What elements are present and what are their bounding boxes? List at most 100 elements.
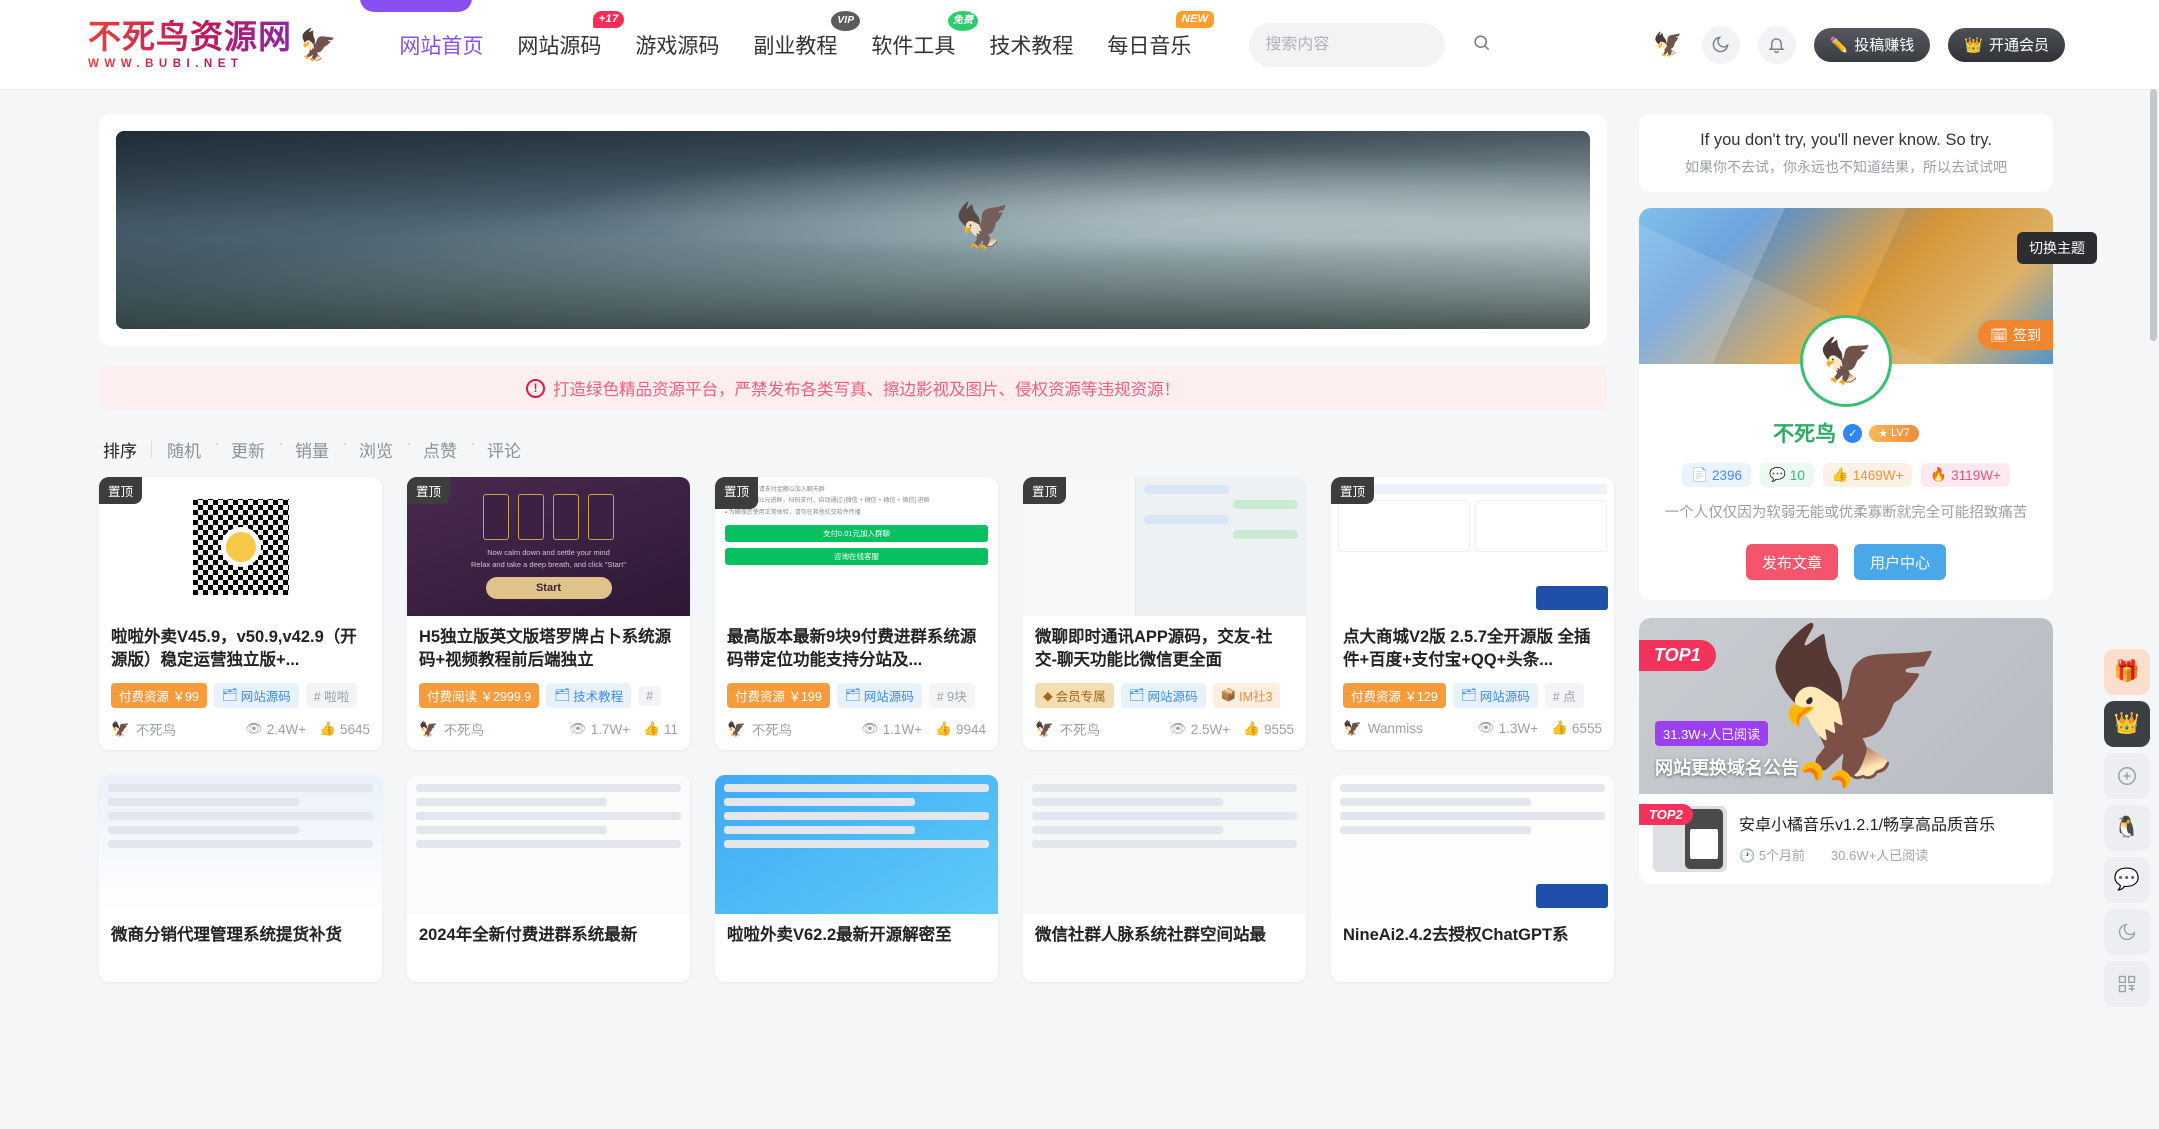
search-icon[interactable] (1472, 33, 1491, 57)
card-thumbnail (99, 775, 382, 914)
moon-icon[interactable] (2104, 909, 2150, 955)
exclamation-circle-icon: ! (526, 378, 545, 398)
search-box[interactable] (1249, 22, 1490, 67)
nav-label: 副业教程 (753, 34, 838, 58)
nav-label: 每日音乐 (1107, 34, 1192, 58)
open-vip-button[interactable]: 👑 开通会员 (1948, 27, 2065, 62)
sort-option-views[interactable]: 浏览 (344, 437, 408, 462)
nav-label: 游戏源码 (635, 34, 720, 58)
pin-badge: 置顶 (407, 477, 451, 504)
avatar[interactable]: 🦅 (1803, 318, 1889, 404)
nav-label: 技术教程 (989, 34, 1074, 58)
comment-icon: 💬 (1769, 467, 1786, 482)
profile-bio: 一个人仅仅因为软弱无能或优柔寡断就完全可能招致痛苦 (1664, 505, 2028, 521)
stat-comments-value: 10 (1789, 467, 1805, 483)
tag-keyword[interactable]: 📦 IM社3 (1212, 683, 1281, 708)
resource-card[interactable]: 微商分销代理管理系统提货补货 (99, 775, 382, 982)
signin-button[interactable]: 🗓 签到 (1978, 320, 2053, 350)
nav-label: 网站首页 (399, 34, 484, 58)
card-thumbnail (407, 775, 690, 914)
ranking-card: TOP1 🦅 31.3W+人已阅读 网站更换域名公告 TOP2 安卓小橘音乐v1… (1639, 618, 2053, 885)
tag-price[interactable]: 付费资源 ￥129 (1343, 683, 1446, 708)
wechat-icon[interactable]: 💬 (2104, 857, 2150, 903)
card-author[interactable]: 🦅 不死鸟 (111, 719, 176, 739)
pay-join-button: 支付0.01元加入群聊 (725, 525, 988, 543)
nav-item-website-source[interactable]: 网站源码 +17 (515, 10, 625, 66)
nav-item-software-tools[interactable]: 软件工具 免费 (869, 10, 979, 66)
card-author[interactable]: 🦅 不死鸟 (1035, 719, 1100, 739)
tag-category[interactable]: 🗂 网站源码 (836, 683, 922, 708)
nav-item-daily-music[interactable]: 每日音乐 NEW (1105, 10, 1215, 66)
sort-option-comments[interactable]: 评论 (472, 437, 536, 462)
site-logo[interactable]: 不死鸟资源网 WWW.BUBI.NET 🦅 (88, 20, 338, 70)
tag-category[interactable]: 🗂 网站源码 (1120, 683, 1206, 708)
resource-card[interactable]: 啦啦外卖V62.2最新开源解密至 (715, 775, 998, 982)
rank-badge-top2: TOP2 (1639, 804, 1693, 826)
moon-icon[interactable] (1701, 25, 1740, 64)
sort-option-update[interactable]: 更新 (216, 437, 280, 462)
views-value: 2.5W+ (1190, 721, 1231, 737)
likes-value: 9944 (955, 721, 986, 737)
tag-price[interactable]: 付费资源 ￥99 (111, 683, 207, 708)
sort-option-likes[interactable]: 点赞 (408, 437, 472, 462)
hero-banner[interactable]: 🦅 (99, 114, 1607, 346)
resource-card[interactable]: 置顶 ▪ 付费进群，请支付金额以加入聊天群 ▪ 仅需支付0.01元进群，扫码支付… (715, 477, 998, 750)
nav-item-home[interactable]: 网站首页 (397, 24, 485, 66)
logo-subtitle: WWW.BUBI.NET (88, 58, 292, 70)
tag-keyword[interactable]: # (638, 685, 662, 706)
username[interactable]: 不死鸟 (1773, 418, 1836, 448)
card-author[interactable]: 🦅 Wanmiss (1343, 719, 1423, 737)
tag-category-label: 网站源码 (240, 690, 291, 704)
nav-badge-free: 免费 (947, 10, 979, 31)
resource-card[interactable]: 置顶 Now calm down and settle your mind Rel… (407, 477, 690, 750)
card-thumbnail (715, 775, 998, 914)
gift-icon[interactable]: 🎁 (2104, 649, 2150, 695)
main-column: 🦅 ! 打造绿色精品资源平台，严禁发布各类写真、擦边影视及图片、侵权资源等违规资… (99, 114, 1614, 982)
bird-icon: 🦅 (419, 721, 438, 738)
card-author[interactable]: 🦅 不死鸟 (419, 719, 484, 739)
tag-category[interactable]: 🗂 网站源码 (1452, 683, 1538, 708)
resource-card[interactable]: 置顶 点大商城V2版 2.5.7全开源版 全插件+百度+支付宝+QQ+头条...… (1331, 477, 1614, 750)
tag-category[interactable]: 🗂 技术教程 (546, 683, 632, 708)
ranking-list-item[interactable]: TOP2 安卓小橘音乐v1.2.1/畅享高品质音乐 🕐 5个月前 30.6W+人… (1639, 794, 2053, 884)
qq-penguin-icon[interactable]: 🐧 (2104, 805, 2150, 851)
nav-item-side-business[interactable]: 副业教程 VIP (751, 10, 861, 66)
views-value: 1.3W+ (1498, 720, 1539, 736)
resource-card[interactable]: 置顶 微聊即时通讯APP源码，交友-社交-聊天功能比微信更全面 ◆ 会员专属 🗂… (1023, 477, 1306, 750)
publish-article-button[interactable]: 发布文章 (1746, 544, 1838, 581)
tag-price[interactable]: 付费资源 ￥199 (727, 683, 830, 708)
resource-card[interactable]: 2024年全新付费进群系统最新 (407, 775, 690, 982)
author-name: 不死鸟 (1059, 723, 1101, 738)
views-count: 👁 2.4W+ (246, 721, 307, 737)
nav-label: 网站源码 (517, 34, 602, 58)
rank-badge-top1: TOP1 (1639, 640, 1716, 672)
sort-option-random[interactable]: 随机 (152, 437, 216, 462)
page-scrollbar[interactable] (2150, 89, 2157, 341)
resource-card[interactable]: 置顶 啦啦外卖V45.9，v50.9,v42.9（开源版）稳定运营独立版+...… (99, 477, 382, 750)
ranking-hero-item[interactable]: TOP1 🦅 31.3W+人已阅读 网站更换域名公告 (1639, 618, 2053, 795)
tag-category[interactable]: 🗂 网站源码 (213, 683, 299, 708)
tag-keyword[interactable]: # 啦啦 (305, 683, 358, 708)
tag-keyword[interactable]: # 9块 (928, 683, 975, 708)
post-text-lines: ▪ 付费进群，请支付金额以加入聊天群 ▪ 仅需支付0.01元进群，扫码支付，自动… (725, 487, 930, 516)
user-center-button[interactable]: 用户中心 (1854, 544, 1946, 581)
bell-icon[interactable] (1757, 25, 1796, 64)
tag-keyword[interactable]: # 点 (1544, 683, 1584, 708)
search-input[interactable] (1265, 35, 1473, 54)
ranking-hero-footer: 31.3W+人已阅读 网站更换域名公告 (1655, 721, 1799, 780)
qrcode-icon[interactable] (2104, 961, 2150, 1007)
plus-circle-icon[interactable] (2104, 753, 2150, 799)
resource-card[interactable]: 微信社群人脉系统社群空间站最 (1023, 775, 1306, 982)
crown-icon[interactable]: 👑 (2104, 701, 2150, 747)
sort-option-sales[interactable]: 销量 (280, 437, 344, 462)
nav-item-tech-tutorial[interactable]: 技术教程 (987, 24, 1075, 66)
nav-item-game-source[interactable]: 游戏源码 (633, 24, 721, 66)
submit-earn-button[interactable]: ✏️ 投稿赚钱 (1813, 27, 1931, 62)
stat-likes-value: 1469W+ (1852, 467, 1904, 483)
resource-card[interactable]: NineAi2.4.2去授权ChatGPT系 (1331, 775, 1614, 982)
tag-price[interactable]: 付费阅读 ￥2999.9 (419, 683, 540, 708)
card-thumbnail: 置顶 (1023, 477, 1306, 616)
tag-member-exclusive[interactable]: ◆ 会员专属 (1035, 683, 1114, 708)
bird-icon[interactable]: 🦅 (1652, 28, 1686, 61)
card-author[interactable]: 🦅 不死鸟 (727, 719, 792, 739)
